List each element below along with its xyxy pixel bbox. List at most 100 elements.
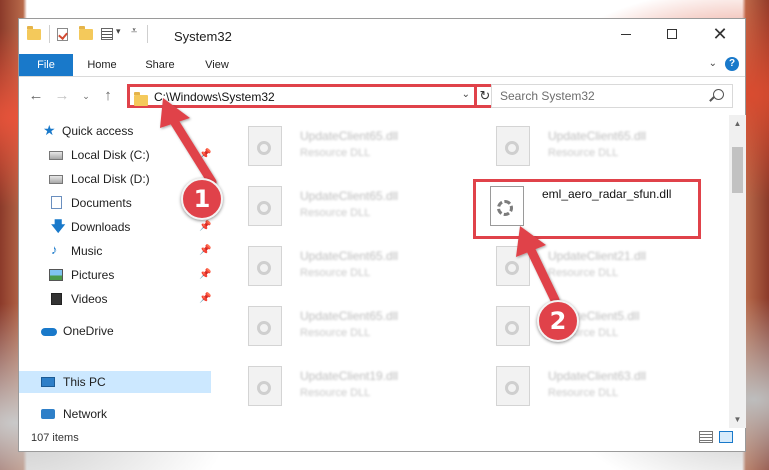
- sidebar-item-this-pc[interactable]: This PC: [19, 371, 211, 393]
- sidebar-item-local-disk-d[interactable]: Local Disk (D:): [19, 168, 211, 190]
- step-1-badge: 1: [181, 178, 223, 220]
- address-dropdown-icon[interactable]: ⌄: [462, 89, 470, 100]
- sidebar-item-label: Videos: [71, 292, 108, 306]
- tab-share[interactable]: Share: [137, 54, 183, 76]
- sidebar-item-music[interactable]: ♪ Music 📌: [19, 240, 211, 262]
- file-name: UpdateClient65.dll: [548, 129, 647, 143]
- file-item[interactable]: UpdateClient65.dll Resource DLL: [492, 121, 722, 171]
- computer-icon: [41, 377, 55, 387]
- file-type: Resource DLL: [300, 327, 371, 339]
- close-button[interactable]: ✕: [697, 19, 743, 49]
- videos-icon: [51, 293, 62, 305]
- maximize-button[interactable]: [649, 19, 695, 49]
- tab-file[interactable]: File: [19, 54, 73, 76]
- sidebar-item-pictures[interactable]: Pictures 📌: [19, 264, 211, 286]
- file-name: UpdateClient19.dll: [300, 369, 399, 383]
- dll-file-icon: [496, 366, 530, 406]
- sidebar-item-label: Pictures: [71, 268, 115, 282]
- file-item[interactable]: UpdateClient63.dll Resource DLL: [492, 361, 722, 411]
- file-type: Resource DLL: [300, 387, 371, 399]
- toolbar-more-icon[interactable]: ⩡: [131, 25, 137, 41]
- vertical-scrollbar[interactable]: ▲ ▼: [729, 115, 746, 428]
- search-box[interactable]: [491, 84, 733, 108]
- file-explorer-window: ▾ ⩡ System32 ✕ File Home Share View ⌄ ? …: [18, 18, 746, 452]
- file-item[interactable]: UpdateClient65.dll Resource DLL: [244, 241, 474, 291]
- file-highlight-box: [473, 179, 701, 239]
- title-bar: ▾ ⩡ System32 ✕: [19, 19, 745, 49]
- sidebar-item-onedrive[interactable]: OneDrive: [19, 320, 211, 342]
- dll-file-icon: [248, 306, 282, 346]
- sidebar-item-label: Downloads: [71, 220, 131, 234]
- item-count: 107 items: [31, 432, 79, 444]
- file-type: Resource DLL: [548, 267, 619, 279]
- chevron-down-icon[interactable]: ⌄: [709, 58, 717, 69]
- dll-file-icon: [248, 186, 282, 226]
- maximize-icon: [667, 29, 677, 39]
- pin-icon[interactable]: 📌: [199, 288, 211, 310]
- file-name: UpdateClient63.dll: [548, 369, 647, 383]
- window-title: System32: [174, 29, 232, 44]
- address-path: C:\Windows\System32: [154, 90, 275, 104]
- dll-file-icon: [496, 246, 530, 286]
- customize-toolbar-dropdown-icon[interactable]: ▾: [116, 26, 121, 42]
- close-icon: ✕: [712, 24, 728, 44]
- scroll-up-icon[interactable]: ▲: [729, 115, 746, 132]
- details-view-icon[interactable]: [699, 431, 713, 443]
- file-name: UpdateClient65.dll: [300, 129, 399, 143]
- sidebar-item-videos[interactable]: Videos 📌: [19, 288, 211, 310]
- search-icon[interactable]: [713, 89, 724, 100]
- up-arrow-icon[interactable]: ↑: [99, 87, 117, 104]
- tiles-view-icon[interactable]: [719, 431, 733, 443]
- file-type: Resource DLL: [300, 147, 371, 159]
- document-icon: [51, 196, 62, 209]
- cloud-icon: [41, 328, 57, 336]
- sidebar-item-quick-access[interactable]: ★ Quick access: [19, 120, 211, 142]
- sidebar-item-label: Quick access: [62, 124, 134, 138]
- tab-view[interactable]: View: [195, 54, 239, 76]
- file-item[interactable]: UpdateClient65.dll Resource DLL: [244, 301, 474, 351]
- file-type: Resource DLL: [548, 387, 619, 399]
- tab-home[interactable]: Home: [79, 54, 125, 76]
- network-icon: [41, 409, 55, 419]
- file-type: Resource DLL: [300, 267, 371, 279]
- file-name: UpdateClient65.dll: [300, 309, 399, 323]
- minimize-icon: [621, 33, 631, 35]
- file-item[interactable]: UpdateClient5.dll Resource DLL: [492, 301, 722, 351]
- sidebar-item-downloads[interactable]: 🡇 Downloads 📌: [19, 216, 211, 238]
- back-arrow-icon[interactable]: ←: [27, 87, 45, 104]
- sidebar-item-label: OneDrive: [63, 324, 114, 338]
- pin-icon[interactable]: 📌: [199, 240, 211, 262]
- file-item[interactable]: UpdateClient21.dll Resource DLL: [492, 241, 722, 291]
- pin-icon[interactable]: 📌: [199, 144, 211, 166]
- scroll-down-icon[interactable]: ▼: [729, 411, 746, 428]
- toolbar-separator: [49, 25, 50, 43]
- sidebar-item-local-disk-c[interactable]: Local Disk (C:) 📌: [19, 144, 211, 166]
- file-item[interactable]: UpdateClient19.dll Resource DLL: [244, 361, 474, 411]
- pictures-icon: [49, 269, 63, 281]
- search-input[interactable]: [498, 88, 702, 104]
- sidebar-item-label: Network: [63, 407, 108, 421]
- recent-locations-dropdown-icon[interactable]: ⌄: [77, 91, 95, 102]
- pin-icon[interactable]: 📌: [199, 264, 211, 286]
- sidebar-item-label: Documents: [71, 196, 132, 210]
- sidebar-item-label: Local Disk (D:): [71, 172, 150, 186]
- address-bar[interactable]: C:\Windows\System32 ⌄: [127, 84, 477, 108]
- scrollbar-thumb[interactable]: [732, 147, 743, 193]
- file-item[interactable]: UpdateClient65.dll Resource DLL: [244, 181, 474, 231]
- sidebar-item-network[interactable]: Network: [19, 403, 211, 425]
- file-name: UpdateClient65.dll: [300, 249, 399, 263]
- navigation-pane: ★ Quick access Local Disk (C:) 📌 Local D…: [19, 115, 211, 421]
- dll-file-icon: [248, 246, 282, 286]
- download-icon: 🡇: [51, 218, 66, 234]
- sidebar-item-label: This PC: [63, 375, 106, 389]
- dll-file-icon: [496, 126, 530, 166]
- file-item[interactable]: UpdateClient65.dll Resource DLL: [244, 121, 474, 171]
- sidebar-item-label: Music: [71, 244, 103, 258]
- folder-icon: [134, 92, 148, 106]
- help-icon[interactable]: ?: [725, 57, 739, 71]
- file-list: UpdateClient65.dll Resource DLL UpdateCl…: [224, 115, 724, 415]
- forward-arrow-icon[interactable]: →: [53, 87, 71, 104]
- minimize-button[interactable]: [603, 19, 649, 49]
- refresh-icon: ↻: [479, 88, 491, 103]
- file-name: UpdateClient21.dll: [548, 249, 647, 263]
